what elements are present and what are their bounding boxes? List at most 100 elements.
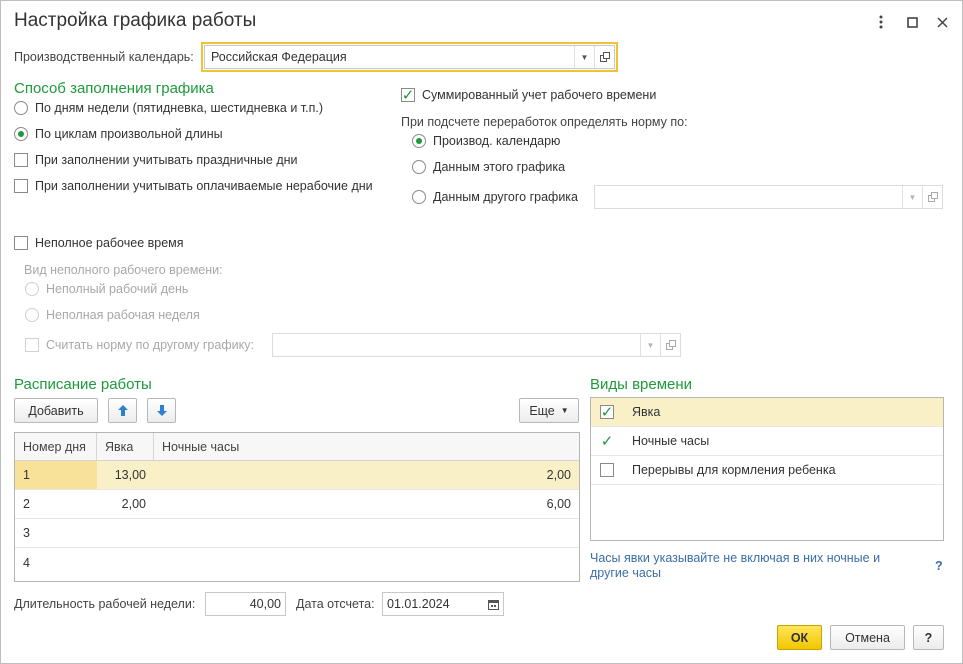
fill-by-weekdays-option[interactable]: По дням недели (пятидневка, шестидневка … (14, 101, 323, 115)
help-link-icon[interactable]: ? (935, 559, 943, 573)
fill-method-title: Способ заполнения графика (14, 80, 214, 97)
open-icon[interactable] (660, 334, 680, 356)
part-time-week-option[interactable]: Неполная рабочая неделя (25, 308, 200, 322)
checkbox-label: При заполнении учитывать оплачиваемые не… (35, 179, 373, 193)
fill-by-cycles-option[interactable]: По циклам произвольной длины (14, 127, 223, 141)
checkbox-checked-icon[interactable]: ✓ (600, 405, 614, 420)
night-cell[interactable] (154, 519, 579, 547)
option-label: Данным другого графика (433, 190, 579, 204)
calendar-select[interactable]: Российская Федерация ▼ (201, 42, 618, 72)
night-cell[interactable]: 6,00 (154, 490, 579, 518)
part-time-kind-label: Вид неполного рабочего времени: (24, 263, 223, 277)
day-cell[interactable]: 2 (15, 490, 97, 518)
list-item[interactable]: ✓ Явка (591, 398, 943, 427)
time-type-label: Перерывы для кормления ребенка (632, 463, 836, 477)
day-cell[interactable]: 4 (15, 548, 97, 577)
checkbox-icon[interactable] (14, 153, 28, 167)
close-icon[interactable] (931, 11, 953, 33)
radio-icon[interactable] (412, 190, 426, 204)
start-date-label: Дата отсчета: (296, 597, 375, 611)
attendance-cell[interactable]: 13,00 (97, 461, 154, 489)
time-type-label: Явка (632, 405, 661, 419)
checkbox-label: При заполнении учитывать праздничные дни (35, 153, 298, 167)
radio-disabled-icon[interactable] (25, 308, 39, 322)
column-header[interactable]: Ночные часы (154, 433, 579, 460)
help-button[interactable]: ? (913, 625, 944, 650)
start-date-value: 01.01.2024 (387, 597, 450, 611)
week-duration-input[interactable]: 40,00 (205, 592, 286, 616)
part-time-day-option[interactable]: Неполный рабочий день (25, 282, 188, 296)
table-row[interactable]: 3 (15, 519, 579, 548)
checkbox-label: Неполное рабочее время (35, 236, 184, 250)
dialog-window: Настройка графика работы Производственны… (0, 0, 963, 664)
dropdown-arrow-icon[interactable]: ▼ (574, 46, 594, 68)
cancel-button[interactable]: Отмена (830, 625, 905, 650)
other-norm-checkbox[interactable]: Считать норму по другому графику: (25, 338, 254, 352)
add-button[interactable]: Добавить (14, 398, 98, 423)
option-label: Производ. календарю (433, 134, 561, 148)
ok-button[interactable]: ОК (777, 625, 822, 650)
maximize-icon[interactable] (901, 11, 923, 33)
more-actions-button[interactable]: Еще ▼ (519, 398, 579, 423)
schedule-title: Расписание работы (14, 376, 152, 393)
checkbox-checked-icon[interactable]: ✓ (401, 88, 415, 103)
column-header[interactable]: Номер дня (15, 433, 97, 460)
list-item[interactable]: ✓ Ночные часы (591, 427, 943, 456)
radio-disabled-icon[interactable] (25, 282, 39, 296)
more-icon[interactable] (870, 11, 892, 33)
attendance-cell[interactable] (97, 548, 154, 577)
table-row[interactable]: 2 2,00 6,00 (15, 490, 579, 519)
part-time-checkbox[interactable]: Неполное рабочее время (14, 236, 184, 250)
radio-selected-icon[interactable] (412, 134, 426, 148)
open-icon[interactable] (594, 46, 614, 68)
night-cell[interactable] (154, 548, 579, 577)
option-label: Данным этого графика (433, 160, 566, 174)
option-label: Неполная рабочая неделя (46, 308, 200, 322)
calendar-label: Производственный календарь: (14, 50, 194, 64)
move-up-button[interactable] (108, 398, 137, 423)
checkbox-icon[interactable] (600, 463, 614, 477)
radio-selected-icon[interactable] (14, 127, 28, 141)
part-time-norm-schedule-select[interactable]: ▼ (272, 333, 681, 357)
radio-icon[interactable] (412, 160, 426, 174)
attendance-cell[interactable]: 2,00 (97, 490, 154, 518)
radio-icon[interactable] (14, 101, 28, 115)
option-label: Неполный рабочий день (46, 282, 189, 296)
dropdown-arrow-icon[interactable]: ▼ (902, 186, 922, 208)
window-title: Настройка графика работы (14, 10, 257, 31)
schedule-table: Номер дня Явка Ночные часы 1 13,00 2,00 … (14, 432, 580, 582)
part-time-norm-schedule-value (273, 334, 640, 356)
night-cell[interactable]: 2,00 (154, 461, 579, 489)
checkbox-label: Суммированный учет рабочего времени (422, 88, 657, 102)
calendar-icon[interactable] (483, 599, 503, 610)
attendance-cell[interactable] (97, 519, 154, 547)
checkbox-disabled-icon[interactable] (25, 338, 39, 352)
paid-nonworking-checkbox[interactable]: При заполнении учитывать оплачиваемые не… (14, 179, 373, 193)
summarized-accounting-checkbox[interactable]: ✓ Суммированный учет рабочего времени (401, 88, 657, 103)
checkbox-checked-icon[interactable]: ✓ (600, 434, 614, 449)
option-label: По дням недели (пятидневка, шестидневка … (35, 101, 324, 115)
table-row[interactable]: 4 (15, 548, 579, 577)
option-label: По циклам произвольной длины (35, 127, 223, 141)
time-type-label: Ночные часы (632, 434, 710, 448)
time-types-list: ✓ Явка ✓ Ночные часы Перерывы для кормле… (590, 397, 944, 541)
day-cell[interactable]: 3 (15, 519, 97, 547)
table-row[interactable]: 1 13,00 2,00 (15, 461, 579, 490)
other-schedule-select[interactable]: ▼ (594, 185, 943, 209)
dropdown-arrow-icon[interactable]: ▼ (640, 334, 660, 356)
norm-by-this-schedule-option[interactable]: Данным этого графика (412, 160, 565, 174)
list-item[interactable]: Перерывы для кормления ребенка (591, 456, 943, 485)
column-header[interactable]: Явка (97, 433, 154, 460)
move-down-button[interactable] (147, 398, 176, 423)
arrow-up-icon (117, 405, 128, 416)
chevron-down-icon: ▼ (560, 406, 569, 415)
checkbox-icon[interactable] (14, 236, 28, 250)
checkbox-icon[interactable] (14, 179, 28, 193)
norm-by-other-schedule-option[interactable]: Данным другого графика (412, 190, 578, 204)
start-date-input[interactable]: 01.01.2024 (382, 592, 504, 616)
open-icon[interactable] (922, 186, 942, 208)
holidays-checkbox[interactable]: При заполнении учитывать праздничные дни (14, 153, 298, 167)
table-header: Номер дня Явка Ночные часы (15, 433, 579, 461)
day-cell[interactable]: 1 (15, 461, 97, 489)
norm-by-calendar-option[interactable]: Производ. календарю (412, 134, 560, 148)
